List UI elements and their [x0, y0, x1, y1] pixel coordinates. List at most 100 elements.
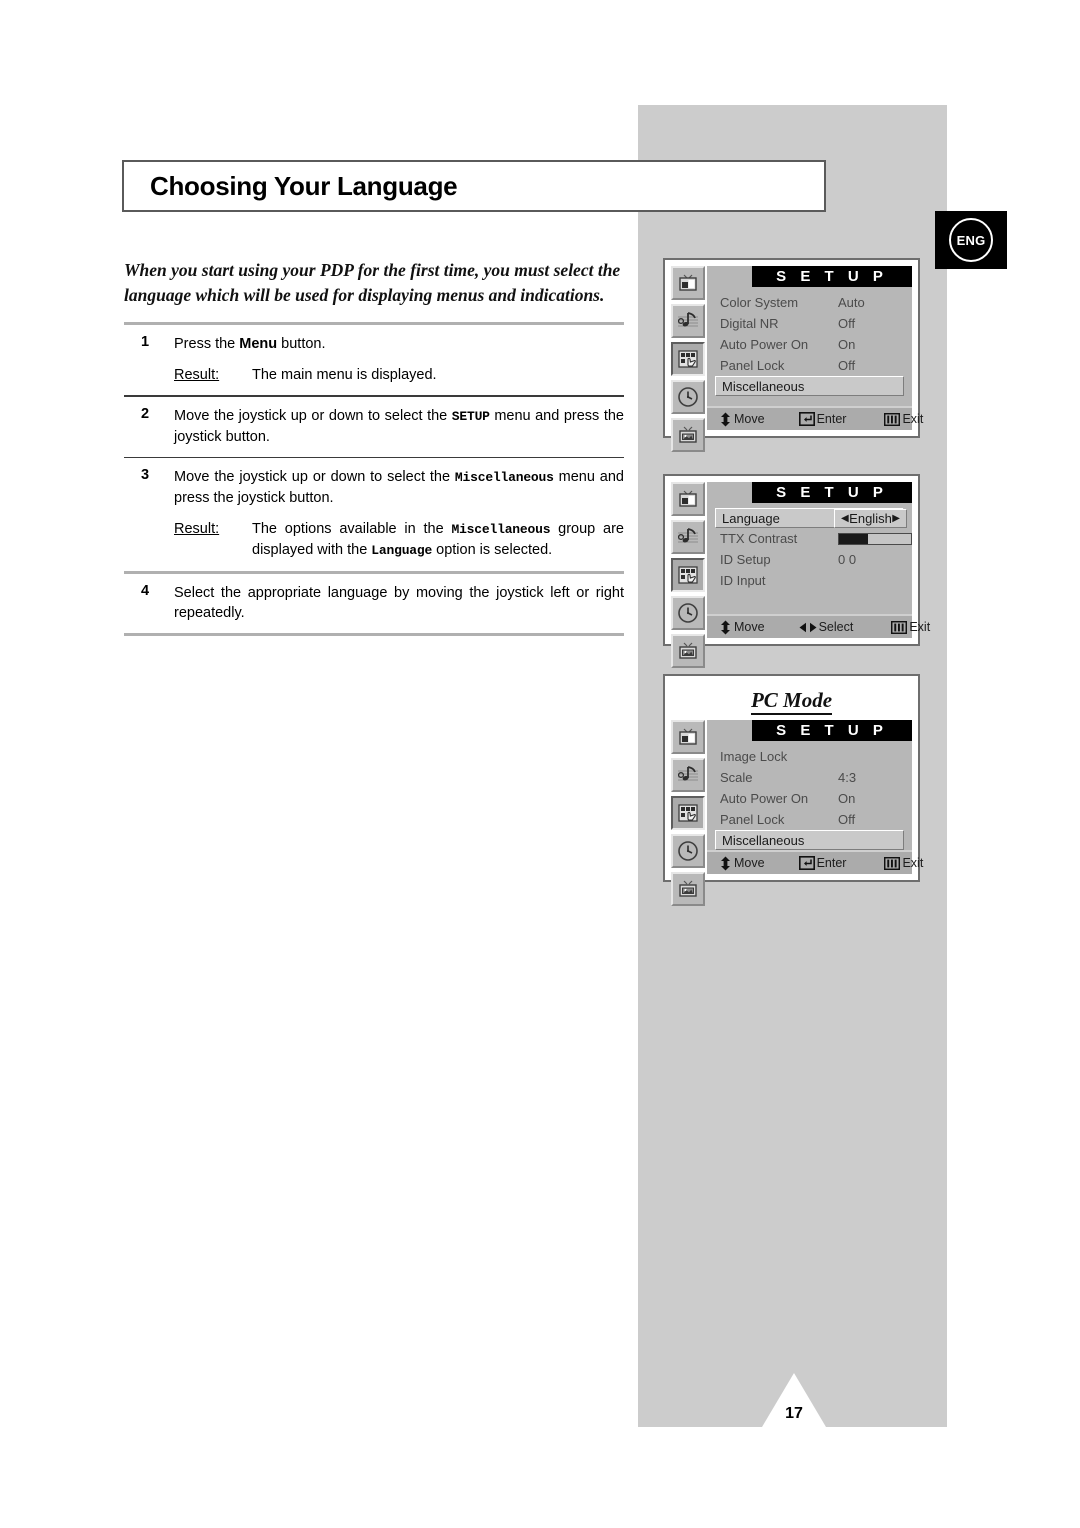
osd-rows: Language ◀ English ▶ TTX Contrast ID Setup 0 0… — [707, 508, 912, 591]
step-text: Move the joystick up or down to select t… — [174, 469, 624, 506]
osd-footer-action[interactable]: Exit — [884, 856, 923, 870]
arrow-right-icon[interactable]: ▶ — [892, 513, 900, 524]
step-text: Move the joystick up or down to select t… — [174, 407, 624, 445]
osd-panel-setup-main: S E T U P Color System Auto Digital NR Off Au… — [663, 258, 923, 452]
osd-footer-action[interactable]: Enter — [798, 412, 846, 426]
step-item: 2 Move the joystick up or down to select … — [124, 397, 624, 457]
step-number: 2 — [141, 405, 150, 422]
osd-footer-label: Exit — [909, 620, 931, 634]
osd-row-label: Digital NR — [720, 316, 779, 331]
slider-fill — [839, 533, 868, 544]
osd-row[interactable]: Miscellaneous — [715, 376, 904, 396]
tv-picture-icon[interactable] — [671, 266, 705, 300]
sound-note-icon[interactable] — [671, 758, 705, 792]
osd-footer: Move Enter Exit — [707, 850, 923, 874]
osd-row-value: Off — [838, 316, 856, 331]
enter-key-icon — [798, 412, 815, 426]
osd-footer-action[interactable]: Move — [719, 620, 765, 635]
eng-badge-label: ENG — [949, 218, 993, 262]
step-number: 4 — [141, 583, 150, 599]
step-body: Press the Menu button. Result: The main me… — [174, 334, 624, 385]
ttx-contrast-slider[interactable] — [838, 532, 912, 545]
osd-footer-action[interactable]: Select — [799, 620, 854, 634]
osd-body: S E T U P Image Lock Scale 4:3 Auto Power On… — [707, 720, 923, 874]
osd-row-label: Panel Lock — [720, 812, 785, 827]
tv-picture-icon[interactable] — [671, 720, 705, 754]
step-text: Press the Menu button. — [174, 336, 326, 352]
sound-note-icon[interactable] — [671, 520, 705, 554]
osd-icon-rail — [671, 720, 705, 906]
tv-picture-icon[interactable] — [671, 482, 705, 516]
osd-row[interactable]: Miscellaneous — [715, 830, 904, 850]
osd-footer-action[interactable]: Move — [719, 412, 765, 427]
page-title: Choosing Your Language — [150, 170, 458, 201]
osd-row-label: Auto Power On — [720, 791, 809, 806]
step-result: Result: The main menu is displayed. — [174, 365, 624, 385]
osd-icon-rail — [671, 482, 705, 668]
result-text: The options available in the Miscellaneo… — [252, 521, 624, 558]
osd-title: S E T U P — [752, 720, 912, 741]
arrow-left-icon[interactable]: ◀ — [841, 513, 849, 524]
osd-mode-heading-text: PC Mode — [750, 688, 833, 715]
up-down-arrow-icon — [719, 620, 732, 635]
clock-icon[interactable] — [671, 596, 705, 630]
osd-row[interactable]: Image Lock — [707, 746, 912, 767]
osd-footer-action[interactable]: Exit — [884, 412, 923, 426]
osd-row[interactable]: Auto Power On On — [707, 788, 912, 809]
osd-panel-setup-miscellaneous: S E T U P Language ◀ English ▶ TTX Contrast ID… — [663, 474, 930, 668]
step-item: 4 Select the appropriate language by movi… — [124, 574, 624, 633]
language-badge: ENG — [935, 211, 1007, 269]
setup-hand-icon[interactable] — [671, 558, 705, 592]
step-text: Select the appropriate language by movin… — [174, 585, 624, 621]
osd-row[interactable]: ID Input — [707, 570, 912, 591]
manual-page: ENG Choosing Your Language When you star… — [0, 0, 1080, 1528]
osd-rows: Color System Auto Digital NR Off Auto Power … — [707, 292, 912, 396]
osd-row[interactable]: Language ◀ English ▶ — [715, 508, 907, 528]
sound-note-icon[interactable] — [671, 304, 705, 338]
osd-row-value: Auto — [838, 295, 865, 310]
osd-footer-label: Move — [734, 856, 765, 870]
language-picker[interactable]: ◀ English ▶ — [834, 508, 907, 528]
menu-bars-icon — [891, 620, 908, 634]
clock-icon[interactable] — [671, 834, 705, 868]
step-item: 1 Press the Menu button. Result: The main m… — [124, 325, 624, 395]
osd-footer-label: Enter — [816, 856, 847, 870]
osd-row-label: Panel Lock — [720, 358, 785, 373]
up-down-arrow-icon — [719, 856, 732, 871]
osd-footer-action[interactable]: Enter — [798, 856, 847, 870]
osd-footer-label: Select — [818, 620, 854, 634]
osd-row[interactable]: ID Setup 0 0 — [707, 549, 912, 570]
setup-hand-icon[interactable] — [671, 342, 705, 376]
pip-screen-icon[interactable] — [671, 418, 705, 452]
osd-row[interactable]: Panel Lock Off — [707, 355, 912, 376]
menu-bars-icon — [884, 412, 901, 426]
page-title-box: Choosing Your Language — [122, 160, 826, 212]
page-number: 17 — [785, 1405, 803, 1422]
result-label: Result: — [174, 367, 220, 383]
osd-footer-action[interactable]: Move — [719, 856, 765, 871]
osd-row[interactable]: Scale 4:3 — [707, 767, 912, 788]
osd-inner: S E T U P Language ◀ English ▶ TTX Contrast ID… — [671, 482, 930, 668]
osd-row-label: Image Lock — [720, 749, 788, 764]
osd-row-label: ID Setup — [720, 552, 771, 567]
setup-hand-icon[interactable] — [671, 796, 705, 830]
osd-footer-action[interactable]: Exit — [891, 620, 930, 634]
osd-row-label: Scale — [720, 770, 753, 785]
osd-row-value: On — [838, 337, 856, 352]
step-item: 3 Move the joystick up or down to select … — [124, 458, 624, 571]
left-right-arrow-icon — [799, 621, 817, 634]
osd-row[interactable]: Digital NR Off — [707, 313, 912, 334]
result-text: The main menu is displayed. — [252, 367, 437, 383]
up-down-arrow-icon — [719, 412, 732, 427]
osd-row-value: Off — [838, 812, 856, 827]
osd-row[interactable]: Panel Lock Off — [707, 809, 912, 830]
clock-icon[interactable] — [671, 380, 705, 414]
step-body: Move the joystick up or down to select t… — [174, 406, 624, 447]
osd-title: S E T U P — [752, 266, 912, 287]
step-body: Move the joystick up or down to select t… — [174, 467, 624, 561]
pip-screen-icon[interactable] — [671, 634, 705, 668]
osd-row[interactable]: TTX Contrast — [707, 528, 912, 549]
osd-row[interactable]: Color System Auto — [707, 292, 912, 313]
pip-screen-icon[interactable] — [671, 872, 705, 906]
osd-row[interactable]: Auto Power On On — [707, 334, 912, 355]
